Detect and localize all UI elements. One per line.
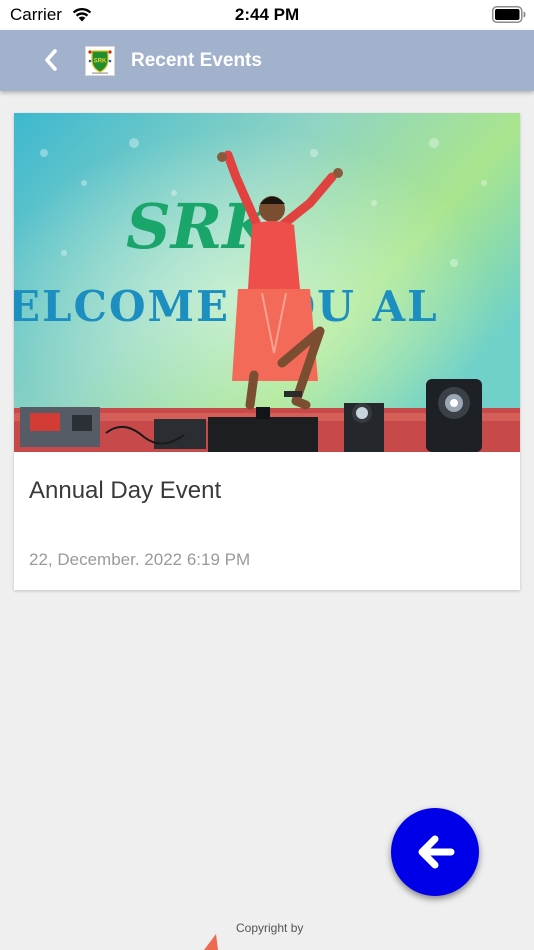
page-title: Recent Events <box>131 50 262 71</box>
svg-text:SRK: SRK <box>94 59 107 65</box>
battery-icon <box>492 6 526 23</box>
event-date: 22, December. 2022 6:19 PM <box>29 550 251 569</box>
back-button[interactable] <box>38 45 66 75</box>
event-title: Annual Day Event <box>29 477 222 504</box>
school-logo: SRK <box>85 46 115 76</box>
svg-text:ELCOME YOU AL: ELCOME YOU AL <box>14 282 439 331</box>
status-bar: Carrier 2:44 PM <box>0 0 534 30</box>
copyright-label: Copyright by <box>236 921 304 935</box>
screen: Carrier 2:44 PM SRK Recent Events SRK EL… <box>0 0 534 950</box>
nav-header: SRK Recent Events <box>0 30 534 91</box>
brand-logo-fragment <box>204 934 218 950</box>
arrow-left-icon <box>418 835 455 869</box>
back-fab-button[interactable] <box>391 808 479 896</box>
event-photo: SRK ELCOME YOU AL <box>14 113 520 452</box>
clock: 2:44 PM <box>234 5 300 24</box>
event-card[interactable]: SRK ELCOME YOU AL Annual Day Event 22, D… <box>14 113 520 590</box>
